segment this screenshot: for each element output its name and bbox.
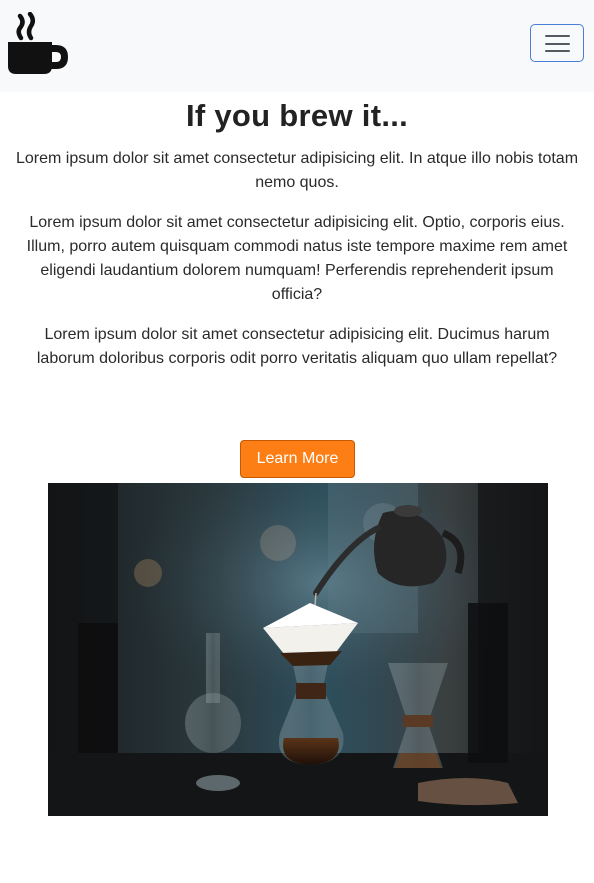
intro-paragraph-3: Lorem ipsum dolor sit amet consectetur a…: [36, 326, 558, 367]
navbar: [0, 0, 594, 92]
brand-mug-icon[interactable]: [6, 11, 72, 76]
hero-image-pour-over-coffee: [48, 483, 548, 816]
learn-more-button[interactable]: Learn More: [240, 440, 355, 478]
mug-hot-icon: [8, 11, 68, 74]
navbar-toggler-button[interactable]: [530, 24, 584, 62]
intro-paragraph-2: Lorem ipsum dolor sit amet consectetur a…: [26, 214, 568, 303]
page-title: If you brew it...: [185, 98, 409, 133]
intro-paragraph-1: Lorem ipsum dolor sit amet consectetur a…: [15, 150, 579, 191]
